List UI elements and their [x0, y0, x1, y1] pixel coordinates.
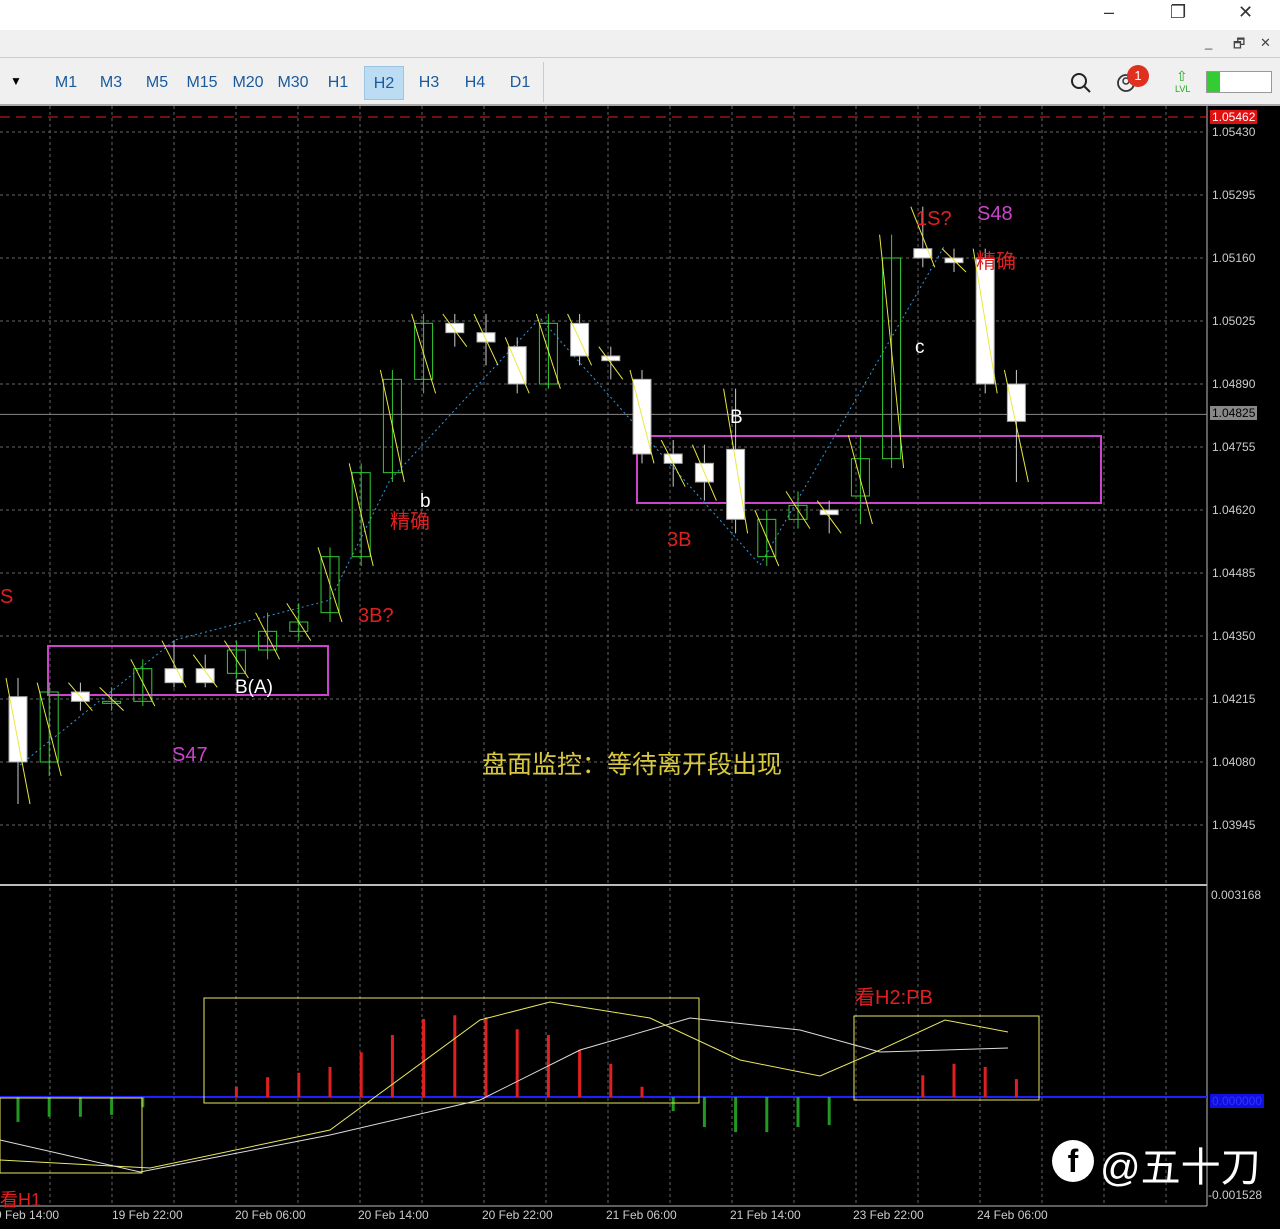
annotation-B: B [730, 407, 743, 428]
dropdown-arrow-icon[interactable]: ▼ [10, 74, 22, 88]
timeframe-m30[interactable]: M30 [273, 66, 313, 100]
candle-body [1006, 383, 1026, 422]
annotation-3b: 3B [667, 529, 692, 551]
timeframe-h1[interactable]: H1 [318, 66, 358, 100]
price-axis-label: 1.04215 [1212, 692, 1256, 706]
annotation-b: b [420, 491, 431, 512]
toolbar-divider [543, 62, 544, 102]
window-titlebar: – ❐ ✕ [0, 0, 1280, 30]
chart-window-bar: _ 🗗 ✕ [0, 30, 1280, 58]
current-price-badge: 1.04825 [1210, 406, 1258, 420]
timeframe-m3[interactable]: M3 [91, 66, 131, 100]
time-axis-label: 24 Feb 06:00 [977, 1208, 1048, 1222]
annotation-h2-pb: 看H2:PB [855, 987, 933, 1009]
timeframe-h3[interactable]: H3 [409, 66, 449, 100]
time-axis-label: 23 Feb 22:00 [853, 1208, 924, 1222]
time-axis-label: 19 Feb 22:00 [112, 1208, 183, 1222]
time-axis-label: 21 Feb 14:00 [730, 1208, 801, 1222]
indicator-zero-badge: 0.000000 [1210, 1094, 1265, 1108]
price-axis-label: 1.04350 [1212, 629, 1256, 643]
candle-body [601, 355, 621, 362]
indicator-axis-top: 0.003168 [1211, 888, 1262, 902]
watermark-text: @五十刀 [1100, 1146, 1261, 1190]
price-axis-label: 1.05160 [1212, 251, 1256, 265]
indicator-axis-bottom: -0.001528 [1208, 1188, 1263, 1202]
close-button[interactable]: ✕ [1238, 2, 1253, 23]
macd-line [0, 1017, 1009, 1173]
price-axis-label: 1.04485 [1212, 566, 1256, 580]
candle-body [445, 322, 465, 334]
indicator-box [0, 1097, 143, 1174]
price-axis-label: 1.05025 [1212, 314, 1256, 328]
chart-close-button[interactable]: ✕ [1260, 35, 1271, 51]
chart-minimize-button[interactable]: _ [1205, 35, 1212, 50]
signal-line [0, 1001, 1009, 1169]
time-axis-label: 21 Feb 06:00 [606, 1208, 677, 1222]
chart-restore-button[interactable]: 🗗 [1233, 35, 1245, 57]
annotation-precise: 精确 [976, 251, 1016, 273]
price-axis-label: 1.04890 [1212, 377, 1256, 391]
annotation-s47: S47 [172, 744, 208, 766]
minimize-button[interactable]: – [1104, 2, 1114, 23]
lvl-arrow-icon[interactable]: ⇧ [1176, 68, 1188, 85]
annotation-c: c [915, 337, 925, 358]
timeframe-toolbar: ▼ M1 M3 M5 M15 M20 M30 H1 H2 H3 H4 D1 1 ⇧ LVL [0, 58, 1280, 106]
price-axis-label: 1.05295 [1212, 188, 1256, 202]
time-axis-label: 9 Feb 14:00 [0, 1208, 60, 1222]
time-axis-label: 20 Feb 22:00 [482, 1208, 553, 1222]
price-axis-label: 1.04080 [1212, 755, 1256, 769]
candle-body [663, 453, 683, 464]
restore-button[interactable]: ❐ [1170, 2, 1186, 23]
monitor-text: 盘面监控：等待离开段出现 [482, 751, 783, 779]
price-axis-label: 1.05430 [1212, 125, 1256, 139]
chart-area[interactable] [0, 106, 1280, 1229]
price-axis-label: 1.04620 [1212, 503, 1256, 517]
timeframe-h4[interactable]: H4 [455, 66, 495, 100]
search-icon[interactable] [1070, 72, 1092, 94]
level-bar [1206, 71, 1272, 93]
annotation-1s-question: 1S? [916, 208, 952, 230]
annotation-s48: S48 [977, 203, 1013, 225]
timeframe-m15[interactable]: M15 [182, 66, 222, 100]
alert-price-badge: 1.05462 [1210, 110, 1258, 124]
price-axis-label: 1.04755 [1212, 440, 1256, 454]
watermark-logo-icon: f [1052, 1140, 1094, 1182]
timeframe-m20[interactable]: M20 [228, 66, 268, 100]
time-axis-label: 20 Feb 06:00 [235, 1208, 306, 1222]
annotation-s: S [0, 586, 14, 608]
indicator-box [853, 1015, 1040, 1101]
time-axis-label: 20 Feb 14:00 [358, 1208, 429, 1222]
timeframe-h2[interactable]: H2 [364, 66, 404, 100]
timeframe-d1[interactable]: D1 [500, 66, 540, 100]
lvl-label: LVL [1175, 84, 1191, 94]
notification-badge: 1 [1127, 65, 1149, 87]
pivot-zone-box [47, 645, 329, 696]
annotation-b-a: B(A) [235, 677, 273, 698]
price-axis-label: 1.03945 [1212, 818, 1256, 832]
timeframe-m5[interactable]: M5 [137, 66, 177, 100]
timeframe-m1[interactable]: M1 [46, 66, 86, 100]
candle-body [819, 509, 839, 516]
annotation-3b-question: 3B? [358, 605, 394, 627]
